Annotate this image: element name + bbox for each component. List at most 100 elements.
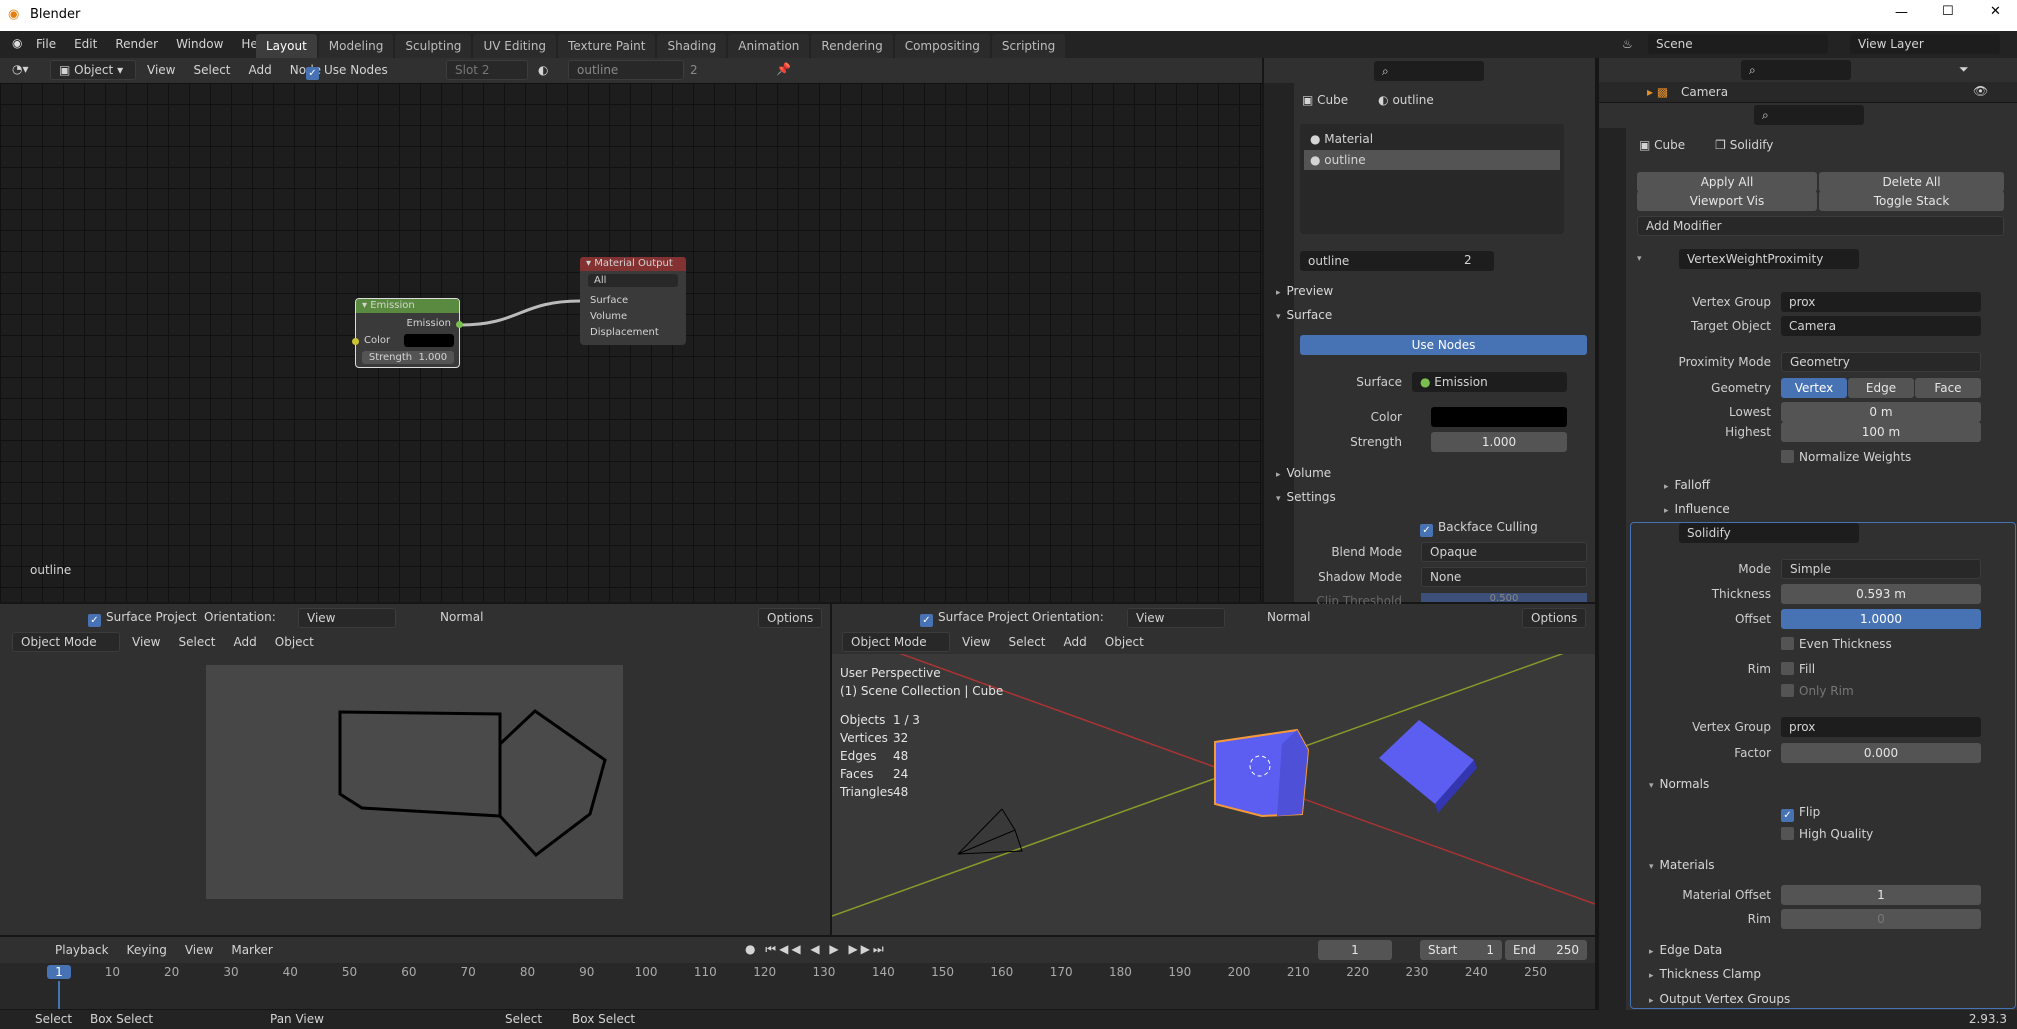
panel-section[interactable]: ▸ Thickness Clamp bbox=[1649, 967, 1761, 981]
viewport-vis-button[interactable]: Viewport Vis bbox=[1637, 191, 1817, 211]
tab-rendering[interactable]: Rendering bbox=[811, 34, 893, 58]
orientation-dropdown[interactable]: View bbox=[1127, 608, 1225, 628]
panel-section[interactable]: ▸ Edge Data bbox=[1649, 943, 1722, 957]
menu-edit[interactable]: Edit bbox=[74, 37, 97, 51]
start-frame-field[interactable]: Start 1 bbox=[1420, 940, 1502, 960]
minimize-button[interactable]: — bbox=[1895, 5, 1908, 20]
orientation-dropdown[interactable]: View bbox=[298, 608, 396, 628]
thickness-field[interactable]: 0.593 m bbox=[1781, 584, 1981, 604]
tab-scripting[interactable]: Scripting bbox=[991, 34, 1066, 58]
checkbox[interactable]: High Quality bbox=[1781, 827, 1873, 841]
surface-shader-field[interactable]: ● Emission bbox=[1412, 372, 1567, 392]
geometry-vertex-button[interactable]: Vertex bbox=[1781, 378, 1847, 398]
scene-selector[interactable]: Scene bbox=[1648, 34, 1828, 54]
geometry-edge-button[interactable]: Edge bbox=[1848, 378, 1914, 398]
menu-playback[interactable]: Playback bbox=[55, 943, 109, 957]
highest-field[interactable]: 100 m bbox=[1781, 422, 1981, 442]
mode-dropdown[interactable]: Simple bbox=[1781, 559, 1981, 579]
material-slot-list[interactable]: ● Material ● outline bbox=[1300, 124, 1564, 234]
visibility-eye-icon[interactable]: 👁 bbox=[1973, 84, 1988, 98]
emission-color-swatch[interactable] bbox=[404, 334, 454, 347]
toggle-stack-button[interactable]: Toggle Stack bbox=[1819, 191, 2004, 211]
options-dropdown[interactable]: Options bbox=[1522, 608, 1586, 628]
slot-dropdown[interactable]: Slot 2 bbox=[446, 60, 528, 80]
options-dropdown[interactable]: Options bbox=[758, 608, 822, 628]
view-layer-selector[interactable]: View Layer bbox=[1850, 34, 2000, 54]
playhead[interactable] bbox=[58, 981, 60, 1009]
editor-type-icon[interactable]: ◔▾ bbox=[12, 62, 29, 76]
end-frame-field[interactable]: End 250 bbox=[1505, 940, 1587, 960]
proximity-mode-dropdown[interactable]: Geometry bbox=[1781, 352, 1981, 372]
factor-field[interactable]: 0.000 bbox=[1781, 743, 1981, 763]
menu-keying[interactable]: Keying bbox=[127, 943, 167, 957]
blend-mode-dropdown[interactable]: Opaque bbox=[1421, 542, 1587, 562]
add-modifier-dropdown[interactable]: Add Modifier bbox=[1637, 216, 2004, 236]
close-button[interactable]: ✕ bbox=[1990, 4, 2001, 19]
delete-all-button[interactable]: Delete All bbox=[1819, 172, 2004, 192]
maximize-button[interactable]: ☐ bbox=[1942, 4, 1954, 19]
material-field[interactable]: outline bbox=[568, 60, 684, 80]
target-dropdown[interactable]: All bbox=[588, 274, 678, 287]
mode-dropdown[interactable]: Object Mode bbox=[12, 632, 120, 652]
users-count[interactable]: 2 bbox=[690, 63, 698, 77]
blender-menu-icon[interactable]: ◉ bbox=[12, 36, 22, 50]
offset-field[interactable]: 1.0000 bbox=[1781, 609, 1981, 629]
menu-select[interactable]: Select bbox=[193, 63, 230, 77]
properties-search[interactable]: ⌕ bbox=[1374, 61, 1484, 81]
checkbox[interactable]: Even Thickness bbox=[1781, 637, 1892, 651]
tab-layout[interactable]: Layout bbox=[256, 34, 317, 58]
node-canvas[interactable]: ▾ Emission Emission Color Strength 1.000… bbox=[0, 83, 1262, 602]
use-nodes-button[interactable]: Use Nodes bbox=[1300, 335, 1587, 355]
current-frame-field[interactable]: 1 bbox=[1318, 940, 1392, 960]
playback-controls[interactable]: ● ⏮◀◀ ◀ ▶ ▶▶⏭ bbox=[745, 942, 887, 957]
emission-node[interactable]: ▾ Emission Emission Color Strength 1.000 bbox=[352, 298, 463, 368]
target-object-field[interactable]: Camera bbox=[1781, 316, 1981, 336]
object-type-dropdown[interactable]: ▣ Object ▾ bbox=[50, 60, 136, 80]
tab-uv-editing[interactable]: UV Editing bbox=[473, 34, 557, 58]
outliner-row[interactable]: ▸ ▩ Camera 👁 bbox=[1599, 82, 2017, 102]
3d-viewport[interactable]: User Perspective (1) Scene Collection | C… bbox=[832, 654, 1595, 935]
panel-section[interactable]: ▾ Materials bbox=[1649, 858, 1715, 872]
checkbox[interactable]: Only Rim bbox=[1781, 684, 1854, 698]
strength-field[interactable]: 1.000 bbox=[1431, 432, 1567, 452]
material-sphere-icon[interactable]: ◐ bbox=[538, 63, 548, 77]
timeline-ruler[interactable]: 1 10 20 30 40 50 60 70 80 90 100 110 120 130 140 150 160… bbox=[0, 963, 1595, 1009]
shadow-mode-dropdown[interactable]: None bbox=[1421, 567, 1587, 587]
vwp-name-field[interactable]: VertexWeightProximity bbox=[1679, 249, 1859, 269]
checkbox[interactable]: Normalize Weights bbox=[1781, 450, 1911, 464]
panel-section[interactable]: ▾ Normals bbox=[1649, 777, 1709, 791]
rim-material-field[interactable]: 0 bbox=[1781, 909, 1981, 929]
menu-view[interactable]: View bbox=[185, 943, 213, 957]
menu-window[interactable]: Window bbox=[176, 37, 223, 51]
outliner-search[interactable]: ⌕ bbox=[1741, 60, 1851, 80]
panel-section[interactable]: ▸ Falloff bbox=[1664, 478, 1710, 492]
tab-modeling[interactable]: Modeling bbox=[318, 34, 394, 58]
tab-sculpting[interactable]: Sculpting bbox=[395, 34, 472, 58]
surface-project-checkbox[interactable]: ✓ Surface Project bbox=[88, 610, 197, 627]
mode-dropdown[interactable]: Object Mode bbox=[842, 632, 950, 652]
panel-section[interactable]: ▸ Output Vertex Groups bbox=[1649, 992, 1790, 1006]
solidify-vertex-group-field[interactable]: prox bbox=[1781, 717, 1981, 737]
menu-view[interactable]: View bbox=[147, 63, 175, 77]
use-nodes-checkbox[interactable]: ✓ Use Nodes bbox=[306, 63, 388, 80]
color-swatch[interactable] bbox=[1431, 407, 1567, 427]
geometry-face-button[interactable]: Face bbox=[1915, 378, 1981, 398]
uv-viewport[interactable] bbox=[0, 654, 830, 935]
surface-project-checkbox[interactable]: ✓ Surface Project bbox=[920, 610, 1029, 627]
panel-section[interactable]: ▸ Influence bbox=[1664, 502, 1730, 516]
tab-shading[interactable]: Shading bbox=[657, 34, 727, 58]
vertex-group-field[interactable]: prox bbox=[1781, 292, 1981, 312]
solidify-name-field[interactable]: Solidify bbox=[1679, 523, 1859, 543]
menu-file[interactable]: File bbox=[36, 37, 56, 51]
menu-marker[interactable]: Marker bbox=[231, 943, 272, 957]
tab-animation[interactable]: Animation bbox=[728, 34, 810, 58]
pin-icon[interactable]: 📌 bbox=[776, 62, 791, 76]
menu-render[interactable]: Render bbox=[115, 37, 158, 51]
lowest-field[interactable]: 0 m bbox=[1781, 402, 1981, 422]
properties-search[interactable]: ⌕ bbox=[1754, 105, 1864, 125]
filter-icon[interactable]: ⏷ bbox=[1959, 62, 1969, 77]
material-offset-field[interactable]: 1 bbox=[1781, 885, 1981, 905]
tab-compositing[interactable]: Compositing bbox=[894, 34, 990, 58]
apply-all-button[interactable]: Apply All bbox=[1637, 172, 1817, 192]
material-output-node[interactable]: ▾ Material Output All Surface Volume Displ… bbox=[580, 257, 686, 345]
